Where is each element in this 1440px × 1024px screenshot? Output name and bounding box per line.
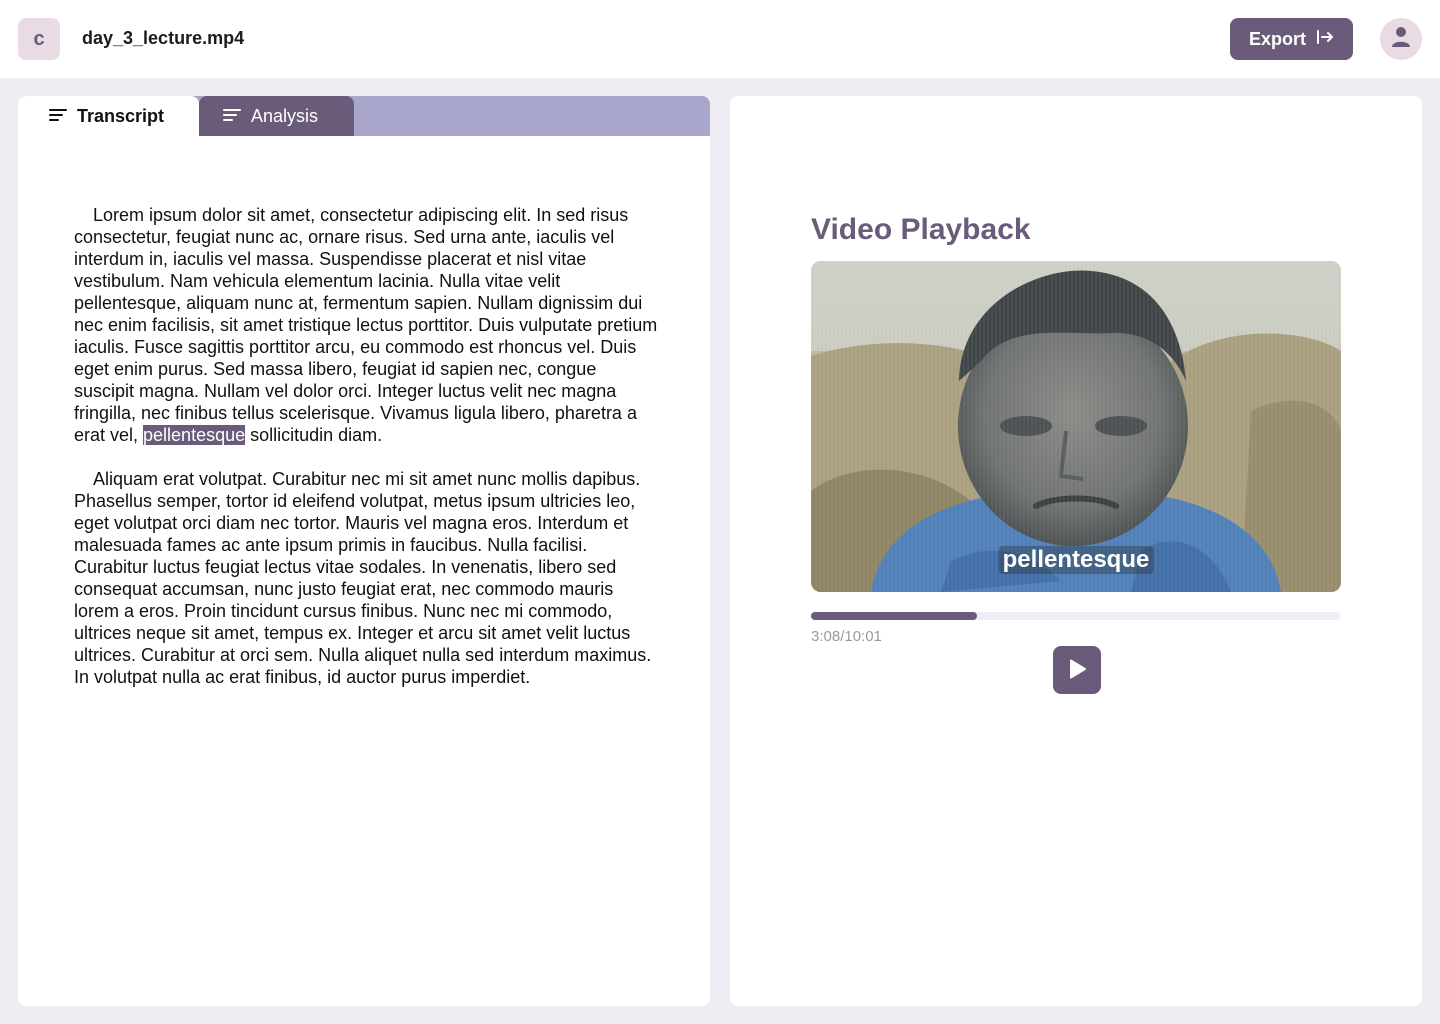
- playback-progress-fill: [811, 612, 977, 620]
- export-button[interactable]: Export: [1230, 18, 1353, 60]
- transcript-segment: sollicitudin diam.: [245, 425, 383, 445]
- transcript-paragraph: Aliquam erat volutpat. Curabitur nec mi …: [74, 469, 652, 687]
- transcript-text: Lorem ipsum dolor sit amet, consectetur …: [74, 204, 658, 710]
- export-label: Export: [1248, 28, 1306, 49]
- playback-progress-bar[interactable]: [811, 612, 1341, 620]
- top-bar: c day_3_lecture.mp4 Export: [0, 0, 1440, 78]
- transcript-panel: Transcript Analysis Lorem ipsum dolor si…: [18, 96, 710, 1006]
- transcript-segment: Lorem ipsum dolor sit amet, consectetur …: [74, 205, 658, 445]
- tab-transcript[interactable]: Transcript: [18, 96, 199, 136]
- tab-analysis[interactable]: Analysis: [199, 96, 354, 136]
- user-icon: [1391, 26, 1411, 53]
- transcript-paragraph: Lorem ipsum dolor sit amet, consectetur …: [74, 204, 658, 446]
- app-logo[interactable]: c: [18, 18, 60, 60]
- video-subtitle: pellentesque: [998, 546, 1154, 574]
- logo-letter: c: [33, 27, 45, 50]
- play-button[interactable]: [1053, 646, 1101, 694]
- user-avatar[interactable]: [1380, 18, 1422, 60]
- tab-analysis-label: Analysis: [251, 105, 319, 126]
- play-icon: [1066, 658, 1088, 683]
- video-title: Video Playback: [811, 213, 1031, 246]
- highlighted-word[interactable]: pellentesque: [143, 425, 246, 445]
- file-name: day_3_lecture.mp4: [82, 28, 245, 48]
- export-arrow-icon: [1316, 29, 1334, 50]
- video-frame-image: [811, 261, 1341, 592]
- lines-icon: [49, 106, 67, 127]
- lines-icon: [223, 106, 241, 127]
- video-panel: Video Playback pellentesque 3:08/10:01: [730, 96, 1422, 1006]
- video-player[interactable]: pellentesque: [811, 261, 1341, 592]
- playback-time: 3:08/10:01: [811, 628, 882, 645]
- tab-transcript-label: Transcript: [77, 105, 165, 126]
- tab-bar: Transcript Analysis: [18, 96, 710, 136]
